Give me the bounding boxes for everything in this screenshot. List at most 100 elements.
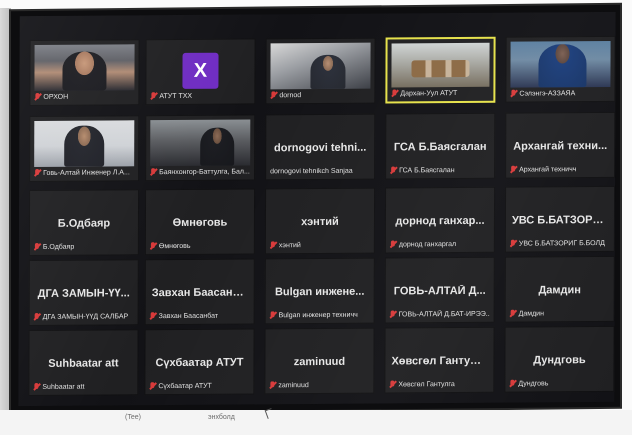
participant-name-text: Завхан Баасанбат — [158, 312, 219, 320]
participant-tile-bayankhongor[interactable]: Баянхонгор-Баттулга, Бал... — [145, 114, 256, 182]
mic-muted-icon — [34, 93, 40, 101]
participant-name-text: Сүхбаатар АТУТ — [158, 382, 212, 390]
video-feed — [150, 119, 251, 167]
participant-name-text: Дундговь — [518, 379, 549, 388]
participant-tile-damdin[interactable]: Дамдин Дамдин — [504, 255, 615, 323]
participant-name-label: Сүхбаатар АТУТ — [149, 381, 249, 390]
participant-name-text: dornogovi tehnikch Sanjaa — [270, 167, 353, 176]
participant-name-label: Bulgan инженер техничч — [270, 311, 370, 320]
participant-display-name: Bulgan инжене... — [274, 285, 365, 299]
participant-tile-darkhan-uul[interactable]: Дархан-Уул АТУТ — [385, 36, 496, 104]
mic-muted-icon — [510, 166, 516, 174]
participant-name-label: Говь-Алтай Инженер Л.А... — [34, 168, 134, 177]
desk-area — [0, 410, 632, 435]
participant-display-name: Хөвсгөл Гантулга — [391, 354, 488, 368]
participant-tile-dornod[interactable]: dornod — [265, 37, 376, 105]
participant-display-name: Дундговь — [533, 354, 586, 367]
participant-tile-govi-altai-eng[interactable]: Говь-Алтай Инженер Л.А... — [29, 115, 140, 183]
participant-tile-orkhon[interactable]: ОРХОН — [29, 39, 140, 107]
participant-name-text: Дамдин — [518, 309, 544, 318]
participant-name-text: Дархан-Уул АТУТ — [400, 89, 458, 97]
participant-person — [200, 127, 235, 166]
participant-tile-govi-altai-d[interactable]: ГОВЬ-АЛТАЙ Д... ГОВЬ-АЛТАЙ Д.БАТ-ИРЭЭ... — [384, 256, 495, 324]
participant-name-label: Архангай техничч — [510, 165, 610, 174]
participant-tile-selenge[interactable]: Сэлэнгэ-АЗЗАЯА — [505, 35, 616, 103]
below-screen-text-center: энхболд — [208, 414, 235, 421]
participant-display-name: дорнод ганхар... — [395, 214, 485, 228]
mic-muted-icon — [391, 89, 397, 97]
participant-display-name: Suhbaatar att — [48, 357, 119, 370]
participant-name-text: АТУТ ТХХ — [159, 92, 193, 100]
mic-muted-icon — [33, 383, 39, 391]
participant-name-text: ДГА ЗАМЫН-ҮҮД САЛБАР — [42, 312, 129, 321]
video-feed — [270, 42, 371, 90]
participant-name-text: дорнод ганхаргал — [398, 240, 457, 248]
participant-tile-gsa[interactable]: ГСА Б.Баясгалан ГСА Б.Баясгалан — [385, 112, 496, 180]
participant-name-text: Хөвсгөл Гантулга — [398, 380, 455, 388]
video-feed — [510, 40, 611, 88]
participant-name-text: Bulgan инженер техничч — [278, 311, 358, 319]
below-screen-text-left: (Tee) — [125, 414, 141, 421]
participant-tile-bulgan[interactable]: Bulgan инжене... Bulgan инженер техничч — [264, 257, 375, 325]
participant-tile-umnugovi[interactable]: Өмнөговь Өмнөговь — [144, 188, 256, 256]
avatar: X — [182, 52, 219, 89]
participant-tile-khuvsgul[interactable]: Хөвсгөл Гантулга Хөвсгөл Гантулга — [384, 326, 495, 394]
participant-display-name: ГОВЬ-АЛТАЙ Д... — [393, 284, 486, 298]
participant-name-label: ГСА Б.Баясгалан — [390, 166, 490, 175]
gallery-view: ОРХОН X АТУТ ТХХ dornod Дархан-Уул АТУТ Сэлэн… — [18, 11, 616, 407]
participant-name-text: ОРХОН — [43, 93, 69, 101]
participant-name-label: АТУТ ТХХ — [150, 91, 250, 100]
participant-tile-dornogovi[interactable]: dornogovi tehni... dornogovi tehnikch San… — [265, 113, 376, 181]
monitor-left-edge — [0, 8, 11, 410]
participant-name-label: Хөвсгөл Гантулга — [389, 380, 489, 389]
participant-name-label: УВС Б.БАТЗОРИГ Б.БОЛД — [510, 239, 610, 248]
participant-display-name: Завхан Баасанбат — [151, 286, 251, 300]
participant-display-name: ГСА Б.Баясгалан — [393, 140, 487, 154]
participant-name-label: Б.Одбаяр — [34, 242, 134, 251]
participant-name-label: ДГА ЗАМЫН-ҮҮД САЛБАР — [34, 312, 134, 321]
mic-muted-icon — [390, 310, 396, 318]
participant-display-name: Архангай техни... — [513, 139, 608, 153]
room-chairs — [411, 59, 470, 78]
mic-muted-icon — [510, 310, 516, 318]
participant-name-label: Сэлэнгэ-АЗЗАЯА — [510, 89, 610, 98]
mic-muted-icon — [150, 168, 156, 176]
participant-tile-uvs[interactable]: УВС Б.БАТЗОРИ... УВС Б.БАТЗОРИГ Б.БОЛД — [504, 185, 616, 253]
participant-name-text: Suhbaatar att — [42, 383, 85, 391]
participant-display-name: Сүхбаатар АТУТ — [155, 356, 244, 370]
participant-tile-arkhangai[interactable]: Архангай техни... Архангай техничч — [505, 111, 616, 179]
participant-display-name: zaminuud — [293, 355, 346, 369]
participant-tile-zaminuud[interactable]: zaminuud zaminuud — [264, 327, 375, 395]
participant-display-name: хэнтий — [301, 215, 339, 228]
participant-name-label: Өмнөговь — [150, 241, 250, 250]
participant-tile-zavkhan[interactable]: Завхан Баасанбат Завхан Баасанбат — [144, 258, 255, 326]
mic-muted-icon — [270, 241, 276, 249]
participant-tile-dornod-gankhargal[interactable]: дорнод ганхар... дорнод ганхаргал — [384, 186, 496, 254]
participant-tile-atut-tkh[interactable]: X АТУТ ТХХ — [145, 38, 256, 106]
participant-name-text: хэнтий — [278, 241, 301, 249]
participant-tile-odbayar[interactable]: Б.Одбаяр Б.Одбаяр — [28, 189, 140, 257]
participant-display-name: Өмнөговь — [172, 216, 228, 229]
participant-name-label: dornod — [270, 91, 370, 100]
participant-tile-khentii[interactable]: хэнтий хэнтий — [264, 187, 376, 255]
mic-muted-icon — [270, 91, 276, 99]
participant-name-label: Завхан Баасанбат — [150, 311, 250, 320]
mic-muted-icon — [510, 240, 516, 248]
participant-display-name: Б.Одбаяр — [57, 217, 111, 230]
participant-tile-sukhbaatar-atut[interactable]: Сүхбаатар АТУТ Сүхбаатар АТУТ — [144, 328, 255, 396]
participant-display-name: УВС Б.БАТЗОРИ... — [511, 213, 610, 227]
participant-display-name: Дамдин — [538, 284, 581, 297]
mic-muted-icon — [389, 380, 395, 388]
participant-person — [64, 125, 105, 167]
mic-muted-icon — [269, 381, 275, 389]
mic-muted-icon — [390, 240, 396, 248]
mic-muted-icon — [150, 92, 156, 100]
participant-name-label: ОРХОН — [34, 92, 134, 101]
participant-tile-dga-zamyn[interactable]: ДГА ЗАМЫН-ҮҮ... ДГА ЗАМЫН-ҮҮД САЛБАР — [28, 259, 139, 327]
participant-name-text: Өмнөговь — [158, 242, 191, 250]
participant-display-name: dornogovi tehni... — [274, 141, 367, 155]
participant-tile-dundgovi[interactable]: Дундговь Дундговь — [504, 325, 615, 393]
participant-tile-suhbaatar[interactable]: Suhbaatar att Suhbaatar att — [28, 329, 139, 397]
mic-muted-icon — [510, 90, 516, 98]
participant-name-label: zaminuud — [269, 381, 369, 390]
